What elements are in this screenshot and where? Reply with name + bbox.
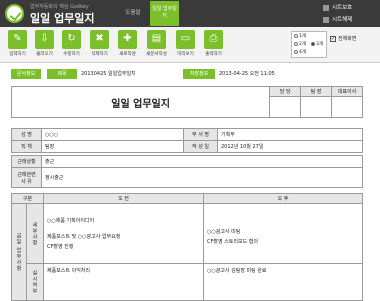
new-doc-button[interactable]: ▤ 새문서작성 [143,29,170,57]
option-4[interactable]: 4개 [294,50,306,55]
sign-cell[interactable] [332,97,363,118]
sheet-icon [323,5,329,11]
pm-result-cell[interactable]: ○○광고사 김팀장 미팅 완료 [204,264,363,301]
am-result-cell[interactable]: 제품포스트 이익처리 [44,264,204,301]
logo-icon [5,4,24,23]
title-label: 제목 [47,69,77,79]
sign-cell[interactable] [270,97,301,118]
delete-button[interactable]: ✖ 삭제하기 [86,29,113,57]
preview-button[interactable]: ▭ 미리보기 [172,29,199,57]
radio-icon [294,42,298,46]
dept-label: 부 서 명 [184,129,218,141]
pm-detail-cell[interactable]: ○○광고사 미팅 CF촬영 스토리보드 협의 [204,204,363,264]
profile-table: 성 명 ○○○ 부 서 명 기획부 직 책 팀장 작 성 일 2012년 10월… [11,128,363,153]
fullscreen-checkbox[interactable]: ✓ 전체화면 [330,35,356,42]
sheet-unprotect-button[interactable]: 시트해제 [323,15,377,25]
saved-info-value: 2013-04-25 오전 11:05 [219,69,309,79]
radio-icon [294,34,298,38]
attendance-reason-value[interactable]: 정시출근 [42,168,363,188]
position-value[interactable]: 팀장 [42,141,184,153]
new-icon: ✚ [118,30,137,49]
doc-info-label: 문서정보 [11,69,41,79]
option-2[interactable]: 2개 [294,42,306,47]
date-value[interactable]: 2012년 10월 27일 [218,141,363,153]
input-button[interactable]: ✎ 입력하기 [4,29,31,57]
position-label: 직 책 [12,141,42,153]
tab-help[interactable]: 도움말 [117,6,149,20]
work-table: 구분 오 전 오 후 금일 업무사항 세부사항 ○○제품 기획아이디어 제품포스… [11,193,363,301]
detail-label: 세부사항 [26,204,43,264]
sheet-icon [323,17,329,23]
saved-info-label: 저장정보 [183,69,215,79]
am-header: 오 전 [44,194,204,204]
brand-subtitle: 업무자동화의 핵심 Godkey [30,3,89,10]
approval-ceo: 대표이사 [332,87,363,97]
tab-daily-log[interactable]: 일일 업무일지 [150,1,179,26]
dept-value[interactable]: 기획부 [218,129,363,141]
section-label: 구분 [12,194,44,204]
am-detail-cell[interactable]: ○○제품 기획아이디어 제품포스트 및 ○○광고사 업무요청 CF촬영 진행 [44,204,204,264]
name-label: 성 명 [12,129,42,141]
doc-info-bar: 문서정보 제목 20130425 일일업무일지 저장정보 2013-04-25 … [11,69,363,79]
sign-cell[interactable] [301,97,332,118]
radio-icon [294,50,298,54]
new-button[interactable]: ✚ 새로작성 [114,29,141,57]
option-1[interactable]: 1개 [294,34,306,39]
pm-detail-line: ○○광고사 미팅 [207,227,359,237]
result-label: 실시여부 [26,264,43,301]
app-header: 업무자동화의 핵심 Godkey 일일 업무일지 도움말 일일 업무일지 시트보… [0,0,380,27]
app-title: 일일 업무일지 [30,10,95,26]
print-button[interactable]: ⎙ 출력하기 [200,29,227,57]
approval-staff: 담 당 [270,87,301,97]
download-icon: ⇩ [35,30,54,49]
attendance-value[interactable]: 출근 [42,156,363,168]
count-options: 1개 2개 3개 4개 [291,31,327,58]
am-detail-line: 제품포스트 및 ○○광고사 업무요청 [47,232,200,242]
document-icon: ▤ [147,30,166,49]
radio-selected-icon [311,42,315,46]
modify-button[interactable]: ↻ 수정하기 [58,29,85,57]
doc-title: 일일 업무일지 [12,87,270,118]
attendance-label: 근태상황 [12,156,42,168]
attendance-table: 근태상황 출근 근태관련 사 유 정시출근 [11,155,363,188]
pm-detail-line: CF촬영 스토리보드 협의 [207,237,359,247]
pm-header: 오 후 [204,194,363,204]
header-table: 일일 업무일지 담 당 팀 장 대표이사 [11,86,363,118]
refresh-icon: ↻ [62,30,81,49]
edit-icon: ✎ [8,30,27,49]
checkbox-checked-icon: ✓ [330,36,336,42]
date-label: 작 성 일 [184,141,218,153]
name-value[interactable]: ○○○ [42,129,184,141]
title-value[interactable]: 20130425 일일업무일지 [81,69,171,79]
load-button[interactable]: ⇩ 불러오기 [31,29,58,57]
am-detail-line: CF촬영 진행 [47,242,200,252]
am-detail-line: ○○제품 기획아이디어 [47,216,200,226]
attendance-reason-label: 근태관련 사 유 [12,168,42,188]
trash-icon: ✖ [90,30,109,49]
approval-manager: 팀 장 [301,87,332,97]
printer-icon: ⎙ [204,30,223,49]
monitor-icon: ▭ [176,30,195,49]
work-items-label: 금일 업무사항 [12,204,27,301]
sheet-protect-button[interactable]: 시트보호 [323,3,377,13]
option-3[interactable]: 3개 [311,42,323,47]
